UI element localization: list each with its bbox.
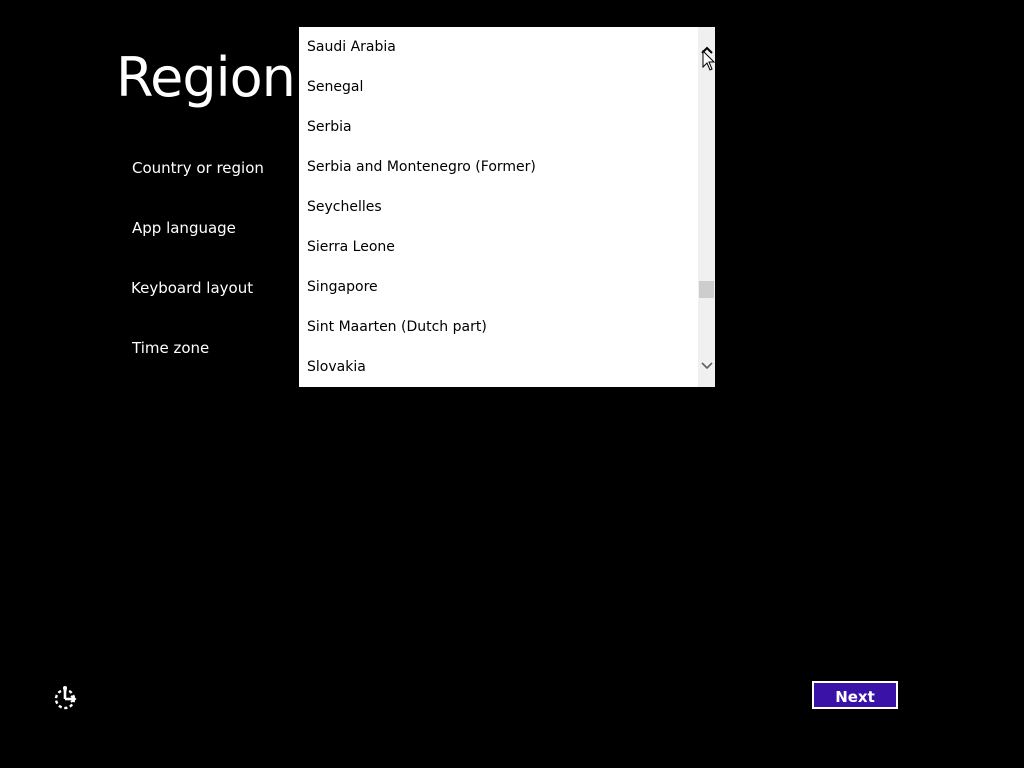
mouse-pointer-icon [702, 50, 716, 71]
keyboard-layout-label[interactable]: Keyboard layout [131, 278, 253, 298]
country-option-saudi-arabia[interactable]: Saudi Arabia [299, 27, 698, 67]
dropdown-scrollbar[interactable] [698, 27, 715, 387]
country-option-sierra-leone[interactable]: Sierra Leone [299, 227, 698, 267]
chevron-down-icon [700, 362, 713, 370]
country-option-serbia[interactable]: Serbia [299, 107, 698, 147]
country-or-region-label[interactable]: Country or region [132, 158, 264, 178]
app-language-label[interactable]: App language [132, 218, 236, 238]
next-button[interactable]: Next [812, 681, 898, 709]
country-option-senegal[interactable]: Senegal [299, 67, 698, 107]
scroll-thumb[interactable] [699, 281, 714, 298]
region-setup-screen: Region Country or region App language Ke… [0, 0, 1024, 768]
country-option-sint-maarten[interactable]: Sint Maarten (Dutch part) [299, 307, 698, 347]
country-option-seychelles[interactable]: Seychelles [299, 187, 698, 227]
country-option-serbia-and-montenegro[interactable]: Serbia and Montenegro (Former) [299, 147, 698, 187]
ease-of-access-icon[interactable] [52, 684, 80, 712]
scroll-down-button[interactable] [698, 355, 715, 377]
country-options-list: Saudi Arabia Senegal Serbia Serbia and M… [299, 27, 698, 387]
page-title: Region [116, 46, 296, 109]
country-option-singapore[interactable]: Singapore [299, 267, 698, 307]
country-option-slovakia[interactable]: Slovakia [299, 347, 698, 387]
country-dropdown-list[interactable]: Saudi Arabia Senegal Serbia Serbia and M… [299, 27, 715, 387]
time-zone-label[interactable]: Time zone [132, 338, 209, 358]
